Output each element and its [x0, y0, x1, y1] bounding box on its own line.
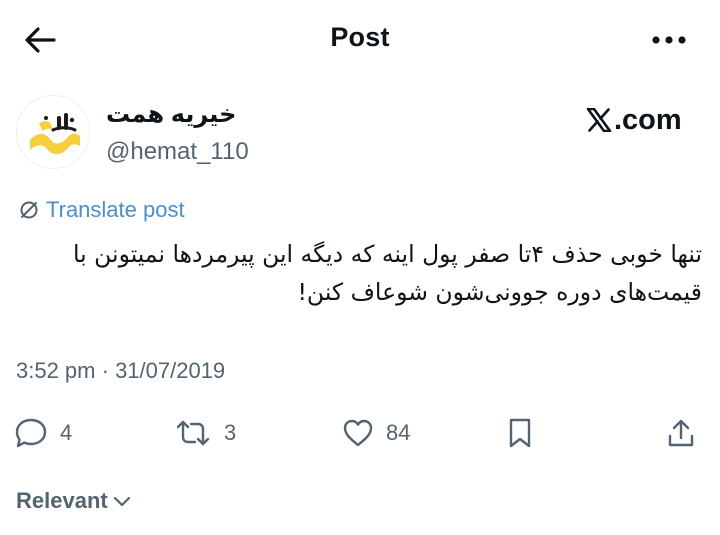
post-time: 3:52 pm [16, 358, 96, 383]
reply-sort-label: Relevant [16, 488, 108, 513]
source-watermark: .com [586, 100, 682, 140]
share-button[interactable] [666, 410, 696, 456]
avatar[interactable] [16, 95, 90, 169]
translate-post-link[interactable]: Translate post [18, 197, 185, 223]
charity-logo-icon [17, 96, 89, 168]
repost-icon [176, 420, 210, 446]
bookmark-icon [509, 418, 531, 448]
share-icon [668, 419, 694, 447]
like-count: 84 [386, 420, 411, 445]
translate-label: Translate post [46, 197, 185, 222]
reply-sort-dropdown[interactable]: Relevant [16, 488, 132, 514]
author-name[interactable]: خیریه همت [106, 100, 236, 129]
meta-separator: · [95, 358, 116, 383]
action-bar: 4 3 84 [0, 410, 720, 456]
author-handle[interactable]: @hemat_110 [106, 138, 249, 166]
heart-icon [343, 419, 373, 447]
bookmark-button[interactable] [506, 410, 534, 456]
post-date: 31/07/2019 [115, 358, 226, 383]
post-text: تنها خوبی حذف ۴تا صفر پول اینه که دیگه ا… [72, 240, 702, 306]
post-page: Post خیریه همت @hemat_110 .com Translate… [0, 0, 720, 535]
like-button[interactable]: 84 [342, 410, 410, 456]
top-bar: Post [0, 0, 720, 80]
more-options-button[interactable] [645, 22, 693, 58]
chevron-down-icon [113, 496, 130, 507]
repost-count: 3 [224, 420, 237, 445]
reply-icon [15, 418, 47, 448]
post-timestamp[interactable]: 3:52 pm · 31/07/2019 [16, 358, 225, 384]
page-title: Post [330, 22, 390, 52]
repost-button[interactable]: 3 [174, 410, 236, 456]
more-horizontal-icon [652, 36, 686, 44]
source-label: .com [614, 103, 682, 136]
reply-count: 4 [60, 420, 73, 445]
reply-button[interactable]: 4 [14, 410, 72, 456]
translate-icon [20, 201, 38, 219]
x-logo-icon [586, 108, 612, 132]
